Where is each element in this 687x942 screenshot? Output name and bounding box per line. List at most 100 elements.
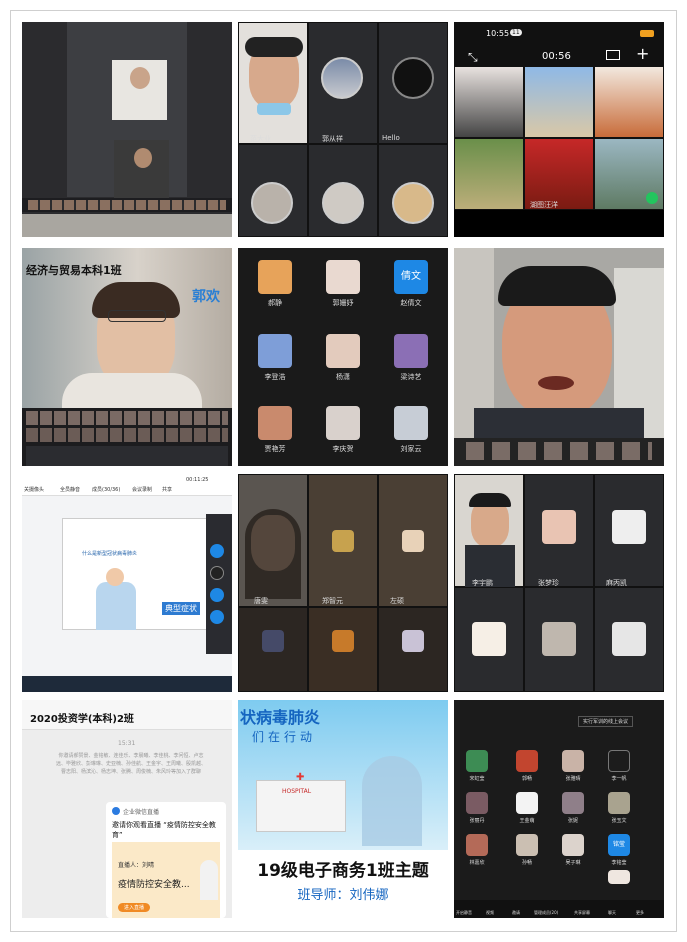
host-label: 直播人：刘晴	[118, 862, 155, 869]
tile-participant[interactable]	[454, 66, 524, 138]
meeting-time: 00:11:25	[186, 477, 209, 483]
name-label: Hello	[382, 134, 400, 142]
panel-avatar-grid-3x3: 郝静 郭姗妤 倩文 赵倩文 李登浩 杨潇 梁诗艺 贾艳芳 李庆贺 刘家云	[238, 248, 448, 466]
members-button[interactable]: 成员(30/36)	[92, 486, 120, 493]
mute-button[interactable]: 开启静音	[456, 910, 472, 916]
panel-video-grid-3x2b: 唐雯 郑智元 左硕	[238, 474, 448, 692]
name-label: 张丽丹	[469, 818, 485, 824]
tile-video-fanDaye[interactable]	[238, 22, 308, 144]
avatar	[392, 57, 434, 99]
panel-screen-share: 关摄像头 全员静音 成员(30/36) 会议录制 共享 00:11:25 什么是…	[22, 474, 232, 692]
poster-banner: 状病毒肺炎	[240, 708, 321, 727]
panel-man-webcam	[454, 248, 664, 466]
name-label: 李庆贺	[332, 445, 354, 453]
avatar	[332, 630, 354, 652]
name-label: 湖图汪洋	[530, 201, 558, 209]
name-label: 刘家云	[400, 445, 422, 453]
meeting-title: 经济与贸易本科1班	[26, 264, 122, 277]
enter-live-button[interactable]: 进入直播	[118, 903, 151, 912]
tile-video-liYupeng[interactable]	[454, 474, 524, 588]
slide-heading: 典型症状	[162, 602, 200, 615]
manage-members-button[interactable]: 管理成员(20)	[534, 910, 558, 916]
avatar	[392, 182, 434, 224]
tile-participant[interactable]	[594, 66, 664, 138]
share-button[interactable]: 共享	[162, 486, 172, 493]
panel-teacher-webcam: 经济与贸易本科1班 郭欢	[22, 248, 232, 466]
name-label: 郭从祥	[322, 135, 343, 143]
panel-class-poster: 状病毒肺炎 们在行动 HOSPITAL ✚ 19级电子商务1班主题 班导师：刘伟…	[238, 700, 448, 918]
notification-badge: 11	[510, 29, 522, 36]
slide-title: 什么是新型冠状病毒肺炎	[82, 551, 138, 557]
avatar	[394, 406, 428, 440]
name-label: 赵倩文	[400, 299, 422, 307]
panel-video-grid-3x2: 范大业 郭从祥 Hello	[238, 22, 448, 237]
avatar	[394, 334, 428, 368]
invite-button[interactable]: 邀请	[512, 910, 520, 916]
participant-sidebar	[206, 514, 232, 654]
name-label: 梁诗艺	[400, 373, 422, 381]
meeting-title-box: 实行军训的线上会议	[578, 716, 634, 727]
poster-slogan: 们在行动	[252, 730, 317, 744]
avatar	[322, 182, 364, 224]
chat-title: 2020投资学(本科)2班	[30, 714, 134, 725]
panel-video-grid-3x2c: 李宇鹏 张梦珍 麻丙凯	[454, 474, 664, 692]
more-button[interactable]: 更多	[636, 910, 644, 916]
poster-teacher: 班导师：刘伟娜	[297, 888, 389, 903]
chat-button[interactable]: 聊天	[608, 910, 616, 916]
avatar	[466, 834, 488, 856]
invite-text: 邀请你观看直播 “疫情防控安全教育”	[112, 821, 216, 839]
avatar	[466, 792, 488, 814]
name-label: 郭畅	[521, 776, 532, 782]
name-label: 郝静	[268, 299, 282, 307]
avatar	[326, 260, 360, 294]
record-button[interactable]: 会议录制	[132, 486, 152, 493]
avatar	[466, 750, 488, 772]
name-label: 吴子琳	[565, 860, 581, 866]
message-time: 15:31	[118, 740, 136, 747]
name-label: 范大业	[250, 135, 271, 143]
minimize-icon[interactable]: ⤡	[468, 50, 478, 65]
video-button[interactable]: 视频	[486, 910, 494, 916]
name-label: 左硕	[390, 597, 404, 605]
name-label: 郭姗妤	[332, 299, 354, 307]
speaker-icon	[646, 192, 658, 204]
avatar	[516, 792, 538, 814]
avatar	[258, 334, 292, 368]
camera-toggle-button[interactable]: 关摄像头	[24, 486, 44, 493]
avatar	[542, 622, 576, 656]
tile-participant[interactable]	[454, 138, 524, 210]
name-label: 张玉文	[611, 818, 627, 824]
panel-phone-meeting: 10:55 11 ⤡ 00:56 + 湖图汪洋	[454, 22, 664, 237]
mute-all-button[interactable]: 全员静音	[60, 486, 80, 493]
panel-training-meeting: 实行军训的线上会议 宋虹莹 郭畅 张雅晴 李一帆 张丽丹 王金萌 张妮 张玉文 …	[454, 700, 664, 918]
avatar	[612, 510, 646, 544]
name-label: 孙畅	[521, 860, 532, 866]
name-label: 贾艳芳	[264, 445, 286, 453]
avatar	[402, 630, 424, 652]
panel-monitor-meeting-photo	[22, 22, 232, 237]
avatar	[562, 750, 584, 772]
cross-icon: ✚	[296, 772, 305, 783]
tile-video-tangWen[interactable]	[238, 474, 308, 607]
avatar	[258, 406, 292, 440]
name-label: 李铭莹	[611, 860, 627, 866]
avatar: 铭莹	[608, 834, 630, 856]
tile-participant[interactable]	[524, 66, 594, 138]
name-label: 张妮	[567, 818, 578, 824]
add-icon[interactable]: +	[636, 44, 649, 63]
bottom-bar	[454, 210, 664, 237]
screen-share-icon[interactable]	[606, 50, 620, 60]
battery-icon	[640, 30, 654, 37]
name-label: 杨潇	[336, 373, 350, 381]
name-label: 宋虹莹	[469, 776, 485, 782]
share-screen-button[interactable]: 共享屏幕	[574, 910, 590, 916]
avatar	[516, 750, 538, 772]
meeting-timer: 00:56	[542, 51, 571, 62]
name-label: 李一帆	[611, 776, 627, 782]
name-label: 张雅晴	[565, 776, 581, 782]
avatar	[562, 792, 584, 814]
avatar: 倩文	[394, 260, 428, 294]
name-label: 王金萌	[519, 818, 535, 824]
live-title: 疫情防控安全教...	[118, 880, 190, 890]
avatar	[608, 792, 630, 814]
